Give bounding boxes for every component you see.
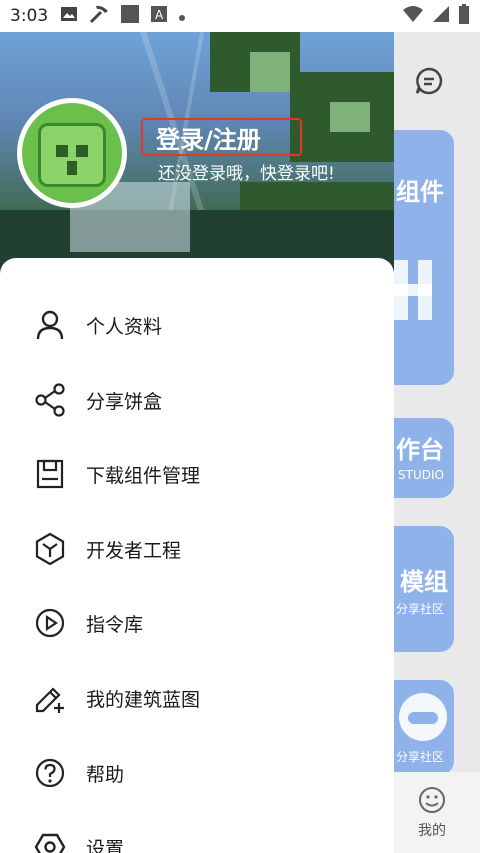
- background-card-title: 组件: [396, 178, 444, 206]
- slime-eye: [56, 145, 68, 157]
- play-circle-icon: [33, 606, 67, 640]
- svg-text:A: A: [155, 8, 164, 22]
- dot-icon: [178, 7, 186, 26]
- menu-item-share[interactable]: 分享饼盒: [0, 363, 394, 437]
- background-card-community: 分享社区: [394, 680, 454, 775]
- slime-avatar-icon: [22, 103, 122, 203]
- battery-icon: [458, 4, 470, 28]
- pickaxe-icon: [88, 3, 110, 29]
- background-bottom-nav: 我的: [394, 772, 480, 853]
- background-card-mods: 模组 分享社区: [394, 526, 454, 652]
- background-card-components: 组件: [394, 130, 454, 385]
- share-icon: [33, 383, 67, 417]
- pencil-plus-icon: [33, 681, 67, 715]
- status-bar: 3:03 A: [0, 0, 480, 32]
- menu-item-label: 个人资料: [86, 315, 163, 338]
- login-register-link[interactable]: 登录/注册: [156, 120, 261, 155]
- menu-item-label: 开发者工程: [86, 539, 182, 562]
- background-app: 组件 作台 STUDIO 模组 分享社区 分享社区 我的: [394, 32, 480, 853]
- avatar[interactable]: [17, 98, 127, 208]
- wifi-icon: [402, 5, 424, 27]
- background-card-studio: 作台 STUDIO: [394, 418, 454, 498]
- cube-icon: [33, 532, 67, 566]
- menu-item-developer-projects[interactable]: 开发者工程: [0, 512, 394, 586]
- menu-item-help[interactable]: 帮助: [0, 736, 394, 810]
- background-card-title: 模组: [400, 568, 448, 596]
- background-card-subtitle: 分享社区: [396, 750, 445, 764]
- smiley-icon[interactable]: [418, 786, 446, 814]
- menu-item-blueprints[interactable]: 我的建筑蓝图: [0, 661, 394, 735]
- settings-icon: [33, 830, 67, 853]
- menu-item-profile[interactable]: 个人资料: [0, 288, 394, 362]
- background-card-subtitle: 分享社区: [396, 602, 445, 616]
- menu-item-label: 设置: [86, 837, 125, 853]
- help-icon: [33, 756, 67, 790]
- message-icon[interactable]: [414, 66, 444, 96]
- menu-item-label: 下载组件管理: [86, 464, 201, 487]
- a-box-icon: A: [150, 5, 168, 27]
- person-icon: [33, 308, 67, 342]
- background-card-title: 作台: [396, 436, 444, 464]
- tab-me-label[interactable]: 我的: [418, 820, 446, 840]
- drawer-header: 登录/注册 还没登录哦，快登录吧!: [0, 32, 394, 292]
- menu-item-downloads[interactable]: 下载组件管理: [0, 437, 394, 511]
- menu-item-commands[interactable]: 指令库: [0, 586, 394, 660]
- status-time: 3:03: [10, 6, 49, 26]
- background-card-subtitle: STUDIO: [398, 468, 444, 482]
- slime-body: [38, 123, 106, 187]
- menu-item-settings[interactable]: 设置: [0, 810, 394, 853]
- menu-item-label: 分享饼盒: [86, 390, 163, 413]
- slime-eye: [76, 145, 88, 157]
- slime-mouth: [67, 161, 77, 175]
- login-hint-text: 还没登录哦，快登录吧!: [158, 164, 335, 184]
- image-icon: [60, 6, 78, 26]
- drawer-menu: 个人资料 分享饼盒 下载组件管理 开发者工程 指令库 我的建筑蓝图 帮助 设置: [0, 258, 394, 853]
- menu-item-label: 我的建筑蓝图: [86, 688, 201, 711]
- navigation-drawer: 登录/注册 还没登录哦，快登录吧! 个人资料 分享饼盒 下载组件管理 开发者工程…: [0, 32, 394, 853]
- save-icon: [33, 457, 67, 491]
- menu-item-label: 帮助: [86, 763, 125, 786]
- square-icon: [120, 4, 140, 28]
- menu-item-label: 指令库: [86, 613, 144, 636]
- signal-icon: [432, 5, 450, 27]
- tree-block: [250, 52, 290, 92]
- tree-block: [330, 102, 370, 132]
